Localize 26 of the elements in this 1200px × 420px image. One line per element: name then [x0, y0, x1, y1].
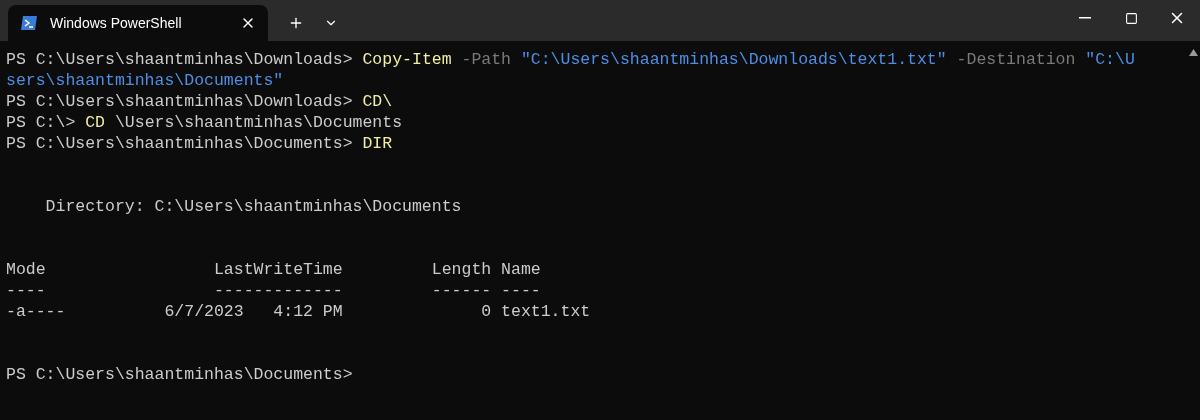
command-text: Copy-Item [362, 50, 452, 69]
output-text: Directory: C:\Users\shaantminhas\Documents [44, 197, 462, 216]
maximize-icon [1124, 11, 1138, 25]
output-text: ---- ------------- ------ ---- [6, 281, 541, 300]
command-text: CD\ [362, 92, 393, 111]
tab[interactable]: Windows PowerShell [8, 5, 268, 41]
prompt-text: PS C:\Users\shaantminhas\Documents> [6, 365, 353, 384]
minimize-icon [1079, 17, 1091, 19]
prompt-text: PS C:\> [6, 113, 77, 132]
prompt-text: PS C:\Users\shaantminhas\Documents> [6, 134, 354, 153]
terminal-icon [20, 14, 38, 32]
string-text: sers\shaantminhas\Documents" [6, 71, 284, 90]
prompt-text: PS C:\Users\shaantminhas\Downloads> [6, 50, 354, 69]
string-text: "C:\Users\shaantminhas\Downloads\text1.txt" [520, 50, 947, 69]
plus-icon [288, 15, 304, 31]
prompt-text: \Users\shaantminhas\Documents [113, 113, 403, 132]
command-text: DIR [362, 134, 393, 153]
parameter-text: -Path [460, 50, 512, 69]
prompt-text: PS C:\Users\shaantminhas\Downloads> [6, 92, 354, 111]
string-text: "C:\U [1085, 50, 1135, 69]
output-text: Mode LastWriteTime Length Name [6, 260, 541, 279]
scroll-up-icon[interactable] [1188, 49, 1198, 56]
tab-title: Windows PowerShell [50, 13, 183, 33]
output-text: -a---- 6/7/2023 4:12 PM 0 text1.txt [6, 302, 591, 321]
command-text: CD [85, 113, 106, 132]
parameter-text: -Destination [955, 50, 1077, 69]
